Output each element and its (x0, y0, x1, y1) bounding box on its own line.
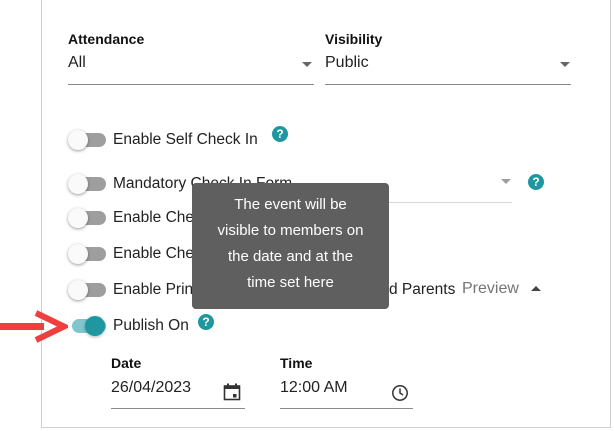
print-option-label-tail: d Parents (389, 281, 456, 298)
tooltip-line-4: time set here (247, 274, 334, 291)
attendance-label: Attendance (68, 31, 145, 47)
tooltip-line-1: The event will be (234, 196, 347, 213)
print-option-label: Enable Prin (113, 281, 194, 298)
publish-on-tooltip: The event will be visible to members on … (192, 183, 389, 309)
mandatory-form-chevron-down-icon[interactable] (501, 179, 511, 184)
self-check-in-help-icon[interactable]: ? (272, 126, 288, 142)
publish-on-help-icon[interactable]: ? (198, 314, 214, 330)
visibility-select-underline (325, 84, 571, 85)
clock-icon[interactable] (391, 384, 409, 402)
tooltip-line-2: visible to members on (217, 222, 364, 239)
time-label: Time (280, 355, 313, 371)
annotation-arrow-icon (0, 310, 68, 343)
preview-link[interactable]: Preview (462, 280, 519, 298)
visibility-label: Visibility (325, 31, 383, 47)
date-input-underline (111, 408, 245, 409)
self-check-in-toggle[interactable] (68, 129, 106, 151)
attendance-chevron-down-icon[interactable] (302, 62, 312, 67)
publish-on-toggle[interactable] (68, 315, 106, 337)
visibility-select-value[interactable]: Public (325, 54, 369, 72)
date-label: Date (111, 355, 142, 371)
attendance-select-underline (68, 84, 314, 85)
print-option-toggle[interactable] (68, 279, 106, 301)
calendar-icon[interactable] (223, 383, 241, 401)
check-option-a-toggle[interactable] (68, 207, 106, 229)
mandatory-form-toggle[interactable] (68, 173, 106, 195)
check-option-a-label: Enable Che (113, 209, 195, 226)
check-option-b-label: Enable Che (113, 245, 195, 262)
check-option-b-toggle[interactable] (68, 243, 106, 265)
visibility-chevron-down-icon[interactable] (560, 62, 570, 67)
chevron-up-icon[interactable] (531, 286, 541, 291)
mandatory-form-help-icon[interactable]: ? (528, 174, 544, 190)
self-check-in-label: Enable Self Check In (113, 131, 258, 148)
time-input-underline (280, 408, 413, 409)
attendance-select-value[interactable]: All (68, 54, 86, 72)
time-input[interactable]: 12:00 AM (280, 379, 348, 397)
tooltip-line-3: the date and at the (227, 248, 354, 265)
date-input[interactable]: 26/04/2023 (111, 379, 191, 397)
publish-on-label: Publish On (113, 317, 189, 334)
